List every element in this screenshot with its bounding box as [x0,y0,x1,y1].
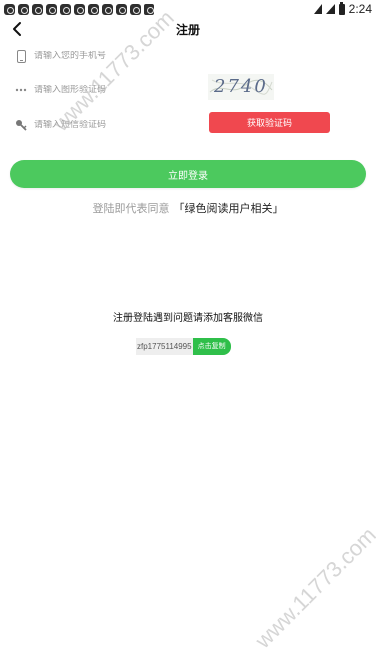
captcha-text: 2740 [214,76,268,97]
notification-icon [4,3,15,15]
status-bar: 2:24 [0,0,376,18]
status-right: 2:24 [313,1,372,16]
wifi-icon [313,4,322,14]
get-code-button[interactable]: 获取验证码 [209,112,330,133]
watermark: www.11773.com [250,522,376,653]
key-icon [15,118,27,132]
wechat-id: zfp1775114995 [136,338,193,355]
login-button[interactable]: 立即登录 [10,160,366,188]
status-time: 2:24 [348,2,372,16]
help-text: 注册登陆遇到问题请添加客服微信 [113,313,263,324]
agreement-prefix: 登陆即代表同意 [92,202,170,215]
notification-icon [144,3,154,15]
notification-icon [18,3,29,15]
battery-icon [338,1,345,15]
phone-row [0,42,376,70]
phone-input[interactable] [34,51,194,61]
notification-icons [4,3,154,15]
phone-icon [15,49,27,63]
signal-icon [325,4,335,14]
notification-icon [32,3,43,15]
nav-bar: 注册 [0,18,376,40]
wechat-contact: zfp1775114995 点击复制 [136,338,231,355]
captcha-row [0,76,376,104]
agreement: 登陆即代表同意 「绿色阅读用户相关」 [0,200,376,216]
notification-icon [60,3,71,15]
copy-button[interactable]: 点击复制 [192,338,231,355]
notification-icon [102,3,113,15]
captcha-input[interactable] [34,85,194,95]
agreement-link[interactable]: 「绿色阅读用户相关」 [174,202,284,215]
notification-icon [46,3,57,15]
sms-code-input[interactable] [34,120,194,130]
notification-icon [130,3,141,15]
notification-icon [88,3,99,15]
dots-icon [15,83,27,97]
notification-icon [116,3,127,15]
chevron-left-icon[interactable] [10,21,26,37]
captcha-image[interactable]: 2740 [208,74,274,100]
page-title: 注册 [175,22,200,37]
notification-icon [74,3,85,15]
